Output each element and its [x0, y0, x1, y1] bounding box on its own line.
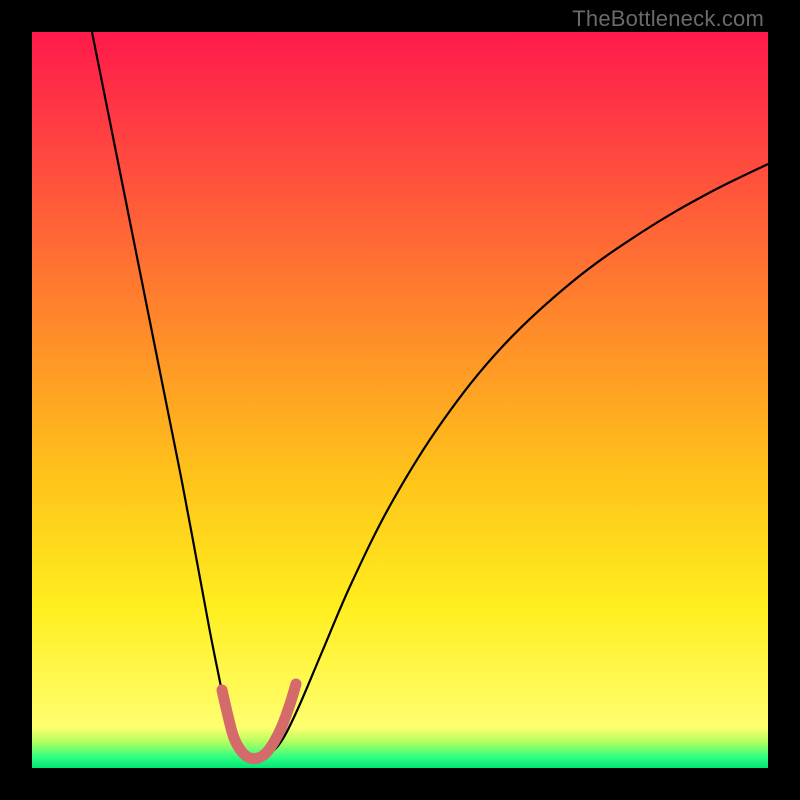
chart-background — [32, 32, 768, 768]
bottleneck-chart — [32, 32, 768, 768]
chart-frame — [32, 32, 768, 768]
watermark-text: TheBottleneck.com — [572, 6, 764, 32]
